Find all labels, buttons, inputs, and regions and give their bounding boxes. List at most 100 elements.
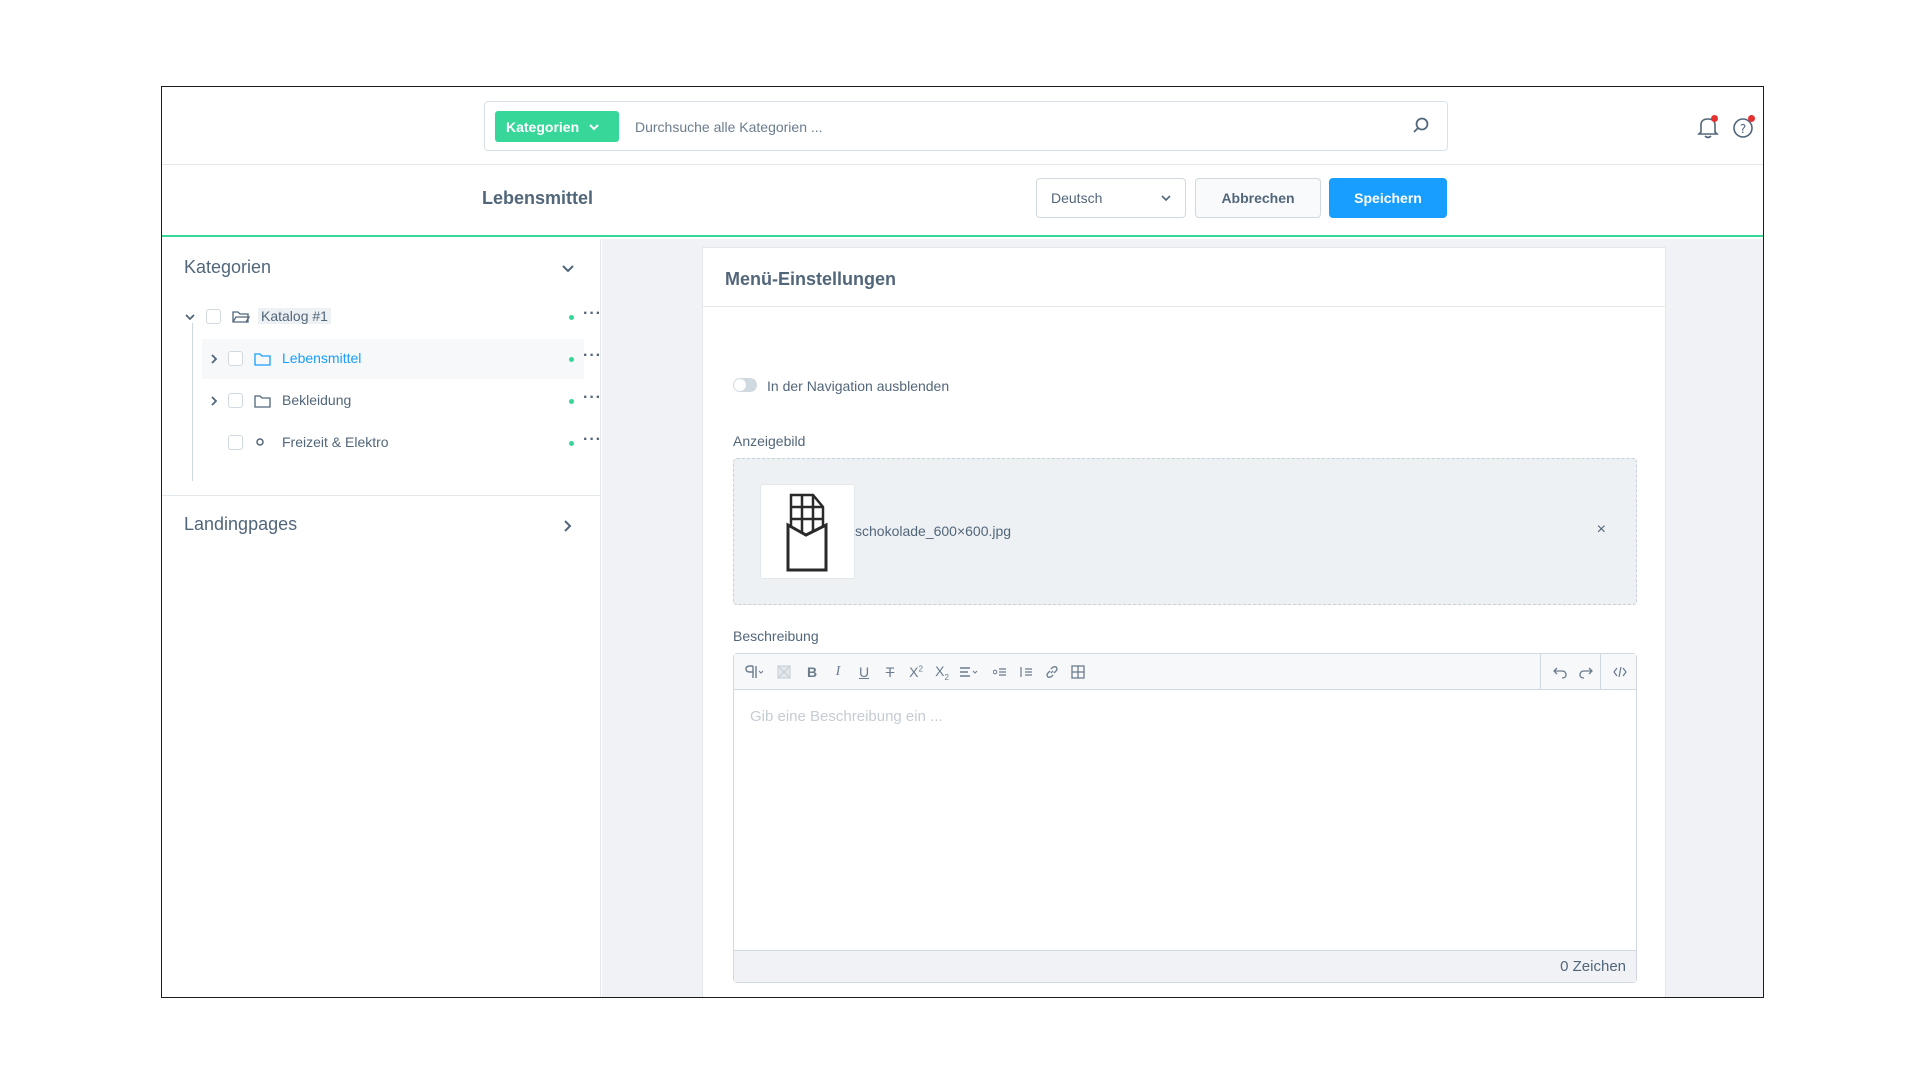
- tree-item-label: Freizeit & Elektro: [282, 434, 389, 450]
- notification-badge: [1711, 115, 1718, 122]
- tree-item-label: Bekleidung: [282, 392, 352, 408]
- redo-button[interactable]: [1572, 654, 1600, 690]
- landingpages-section-title[interactable]: Landingpages: [184, 514, 297, 535]
- chevron-right-icon[interactable]: [208, 353, 220, 365]
- more-options-icon[interactable]: ···: [583, 347, 602, 365]
- search-input[interactable]: [635, 112, 1395, 142]
- link-icon: [1046, 666, 1058, 678]
- link-button[interactable]: [1038, 654, 1066, 690]
- code-view-button[interactable]: [1606, 654, 1634, 690]
- image-thumbnail: [760, 484, 855, 579]
- superscript-button[interactable]: X2: [902, 654, 930, 690]
- search-type-label: Kategorien: [506, 118, 580, 135]
- tree-checkbox[interactable]: [228, 393, 243, 408]
- categories-section-title[interactable]: Kategorien: [184, 257, 271, 278]
- folder-icon: [254, 353, 271, 366]
- remove-image-button[interactable]: ×: [1597, 521, 1606, 539]
- sidebar: Kategorien Katalog #1 ··· Lebensmittel ·…: [162, 239, 601, 997]
- code-icon: [1613, 666, 1627, 678]
- chocolate-bar-icon: [786, 493, 828, 572]
- cancel-button[interactable]: Abbrechen: [1195, 178, 1321, 218]
- card-title: Menü-Einstellungen: [725, 269, 896, 289]
- paragraph-format-button[interactable]: [740, 654, 770, 690]
- status-dot: [569, 399, 574, 404]
- description-textarea[interactable]: Gib eine Beschreibung ein ...: [734, 690, 1636, 952]
- tree-checkbox[interactable]: [206, 309, 221, 324]
- main-content: Menü-Einstellungen In der Navigation aus…: [602, 239, 1763, 997]
- tree-item-label: Katalog #1: [258, 308, 331, 324]
- subscript-button[interactable]: X2: [928, 654, 956, 690]
- toolbar-separator: [1540, 654, 1541, 690]
- tree-item-katalog[interactable]: Katalog #1 ···: [184, 297, 601, 337]
- status-dot: [569, 357, 574, 362]
- folder-icon: [254, 395, 271, 408]
- more-options-icon[interactable]: ···: [583, 389, 602, 407]
- strikethrough-button[interactable]: T: [876, 654, 904, 690]
- card-header: Menü-Einstellungen: [703, 248, 1665, 307]
- search-icon[interactable]: [1411, 116, 1431, 136]
- chevron-down-icon[interactable]: [184, 311, 196, 323]
- search-type-dropdown[interactable]: Kategorien: [495, 111, 619, 142]
- numbered-list-icon: [1020, 667, 1032, 677]
- tree-item-freizeit-elektro[interactable]: Freizeit & Elektro ···: [202, 423, 601, 463]
- top-bar: Kategorien ?: [162, 87, 1763, 165]
- page-title: Lebensmittel: [482, 188, 594, 208]
- tree-checkbox[interactable]: [228, 351, 243, 366]
- help-button[interactable]: ?: [1730, 114, 1756, 140]
- status-dot: [569, 441, 574, 446]
- editor-toolbar: B I U T X2 X2: [734, 654, 1636, 690]
- underline-icon: U: [858, 664, 870, 680]
- tree-item-label: Lebensmittel: [282, 350, 362, 366]
- chevron-down-icon[interactable]: [560, 261, 576, 277]
- bold-button[interactable]: B: [798, 654, 826, 690]
- save-button[interactable]: Speichern: [1329, 178, 1447, 218]
- image-dropzone[interactable]: schokolade_600×600.jpg ×: [733, 458, 1637, 605]
- app-window: Kategorien ? Lebensmittel Deutsch Abbrec…: [161, 86, 1764, 998]
- table-icon: [1071, 665, 1085, 679]
- toolbar-separator: [1600, 654, 1601, 690]
- more-options-icon[interactable]: ···: [583, 305, 602, 323]
- notifications-button[interactable]: [1695, 114, 1721, 140]
- clear-format-button[interactable]: [770, 654, 798, 690]
- table-button[interactable]: [1064, 654, 1092, 690]
- svg-text:?: ?: [1740, 122, 1746, 136]
- language-value: Deutsch: [1051, 190, 1103, 206]
- italic-button[interactable]: I: [824, 654, 852, 690]
- tree-item-bekleidung[interactable]: Bekleidung ···: [202, 381, 601, 421]
- chevron-down-icon: [589, 123, 599, 130]
- display-image-label: Anzeigebild: [733, 433, 806, 449]
- pilcrow-icon: [745, 665, 764, 678]
- description-editor: B I U T X2 X2 Gib eine Beschreibung ein …: [733, 653, 1637, 983]
- tree-item-lebensmittel[interactable]: Lebensmittel ···: [202, 339, 601, 379]
- hide-in-navigation-toggle[interactable]: [733, 378, 757, 392]
- folder-open-icon: [232, 311, 250, 323]
- chevron-right-icon[interactable]: [560, 518, 576, 534]
- sidebar-divider: [162, 495, 601, 496]
- superscript-icon: X2: [909, 664, 923, 680]
- chevron-down-icon: [1161, 195, 1171, 202]
- undo-button[interactable]: [1546, 654, 1574, 690]
- file-name: schokolade_600×600.jpg: [855, 523, 1012, 539]
- toggle-knob: [734, 379, 746, 391]
- undo-icon: [1553, 667, 1567, 679]
- align-button[interactable]: [954, 654, 986, 690]
- strikethrough-icon: T: [885, 664, 895, 680]
- help-badge: [1748, 115, 1755, 122]
- more-options-icon[interactable]: ···: [583, 431, 602, 449]
- chevron-right-icon[interactable]: [208, 395, 220, 407]
- tree-checkbox[interactable]: [228, 435, 243, 450]
- bullet-list-button[interactable]: [986, 654, 1014, 690]
- menu-settings-card: Menü-Einstellungen In der Navigation aus…: [702, 247, 1666, 997]
- tree-guide-line: [192, 323, 193, 481]
- action-bar: Lebensmittel Deutsch Abbrechen Speichern: [162, 165, 1763, 237]
- description-label: Beschreibung: [733, 628, 819, 644]
- character-count: 0 Zeichen: [1560, 958, 1626, 975]
- underline-button[interactable]: U: [850, 654, 878, 690]
- hide-in-navigation-label: In der Navigation ausblenden: [767, 378, 950, 394]
- italic-icon: I: [835, 664, 841, 679]
- align-left-icon: [960, 667, 978, 677]
- numbered-list-button[interactable]: [1012, 654, 1040, 690]
- language-select[interactable]: Deutsch: [1036, 178, 1186, 218]
- bold-icon: B: [806, 664, 818, 680]
- status-dot: [569, 315, 574, 320]
